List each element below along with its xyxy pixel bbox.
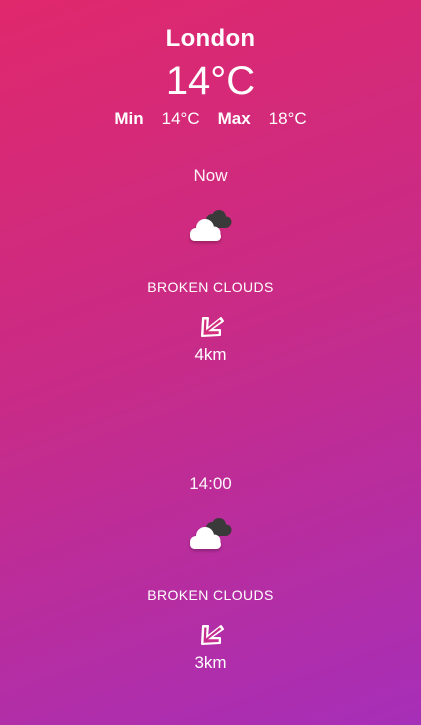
city-name: London (165, 25, 256, 52)
broken-clouds-icon (181, 514, 241, 554)
forecast-time: Now (193, 166, 228, 185)
current-temperature: 14°C (165, 59, 256, 103)
weather-description: BROKEN CLOUDS (147, 279, 274, 295)
min-label: Min (114, 109, 144, 128)
broken-clouds-icon (181, 206, 241, 246)
wind-direction-arrow-icon (194, 617, 228, 651)
wind-speed: 4km (194, 345, 227, 364)
max-label: Max (217, 109, 251, 128)
weather-app: London 14°C Min 14°C Max 18°C Now BROKEN… (0, 0, 421, 725)
forecast-time: 14:00 (189, 474, 232, 493)
forecast-item-1400: 14:00 BROKEN CLOUDS 3km (0, 473, 421, 674)
max-value: 18°C (268, 109, 307, 128)
forecast-item-now: Now BROKEN CLOUDS 4km (0, 165, 421, 366)
wind-speed: 3km (194, 653, 227, 672)
min-max-row: Min 14°C Max 18°C (0, 108, 421, 130)
min-value: 14°C (161, 109, 200, 128)
current-weather-header: London 14°C Min 14°C Max 18°C (0, 24, 421, 130)
wind-direction-arrow-icon (194, 309, 228, 343)
weather-description: BROKEN CLOUDS (147, 587, 274, 603)
